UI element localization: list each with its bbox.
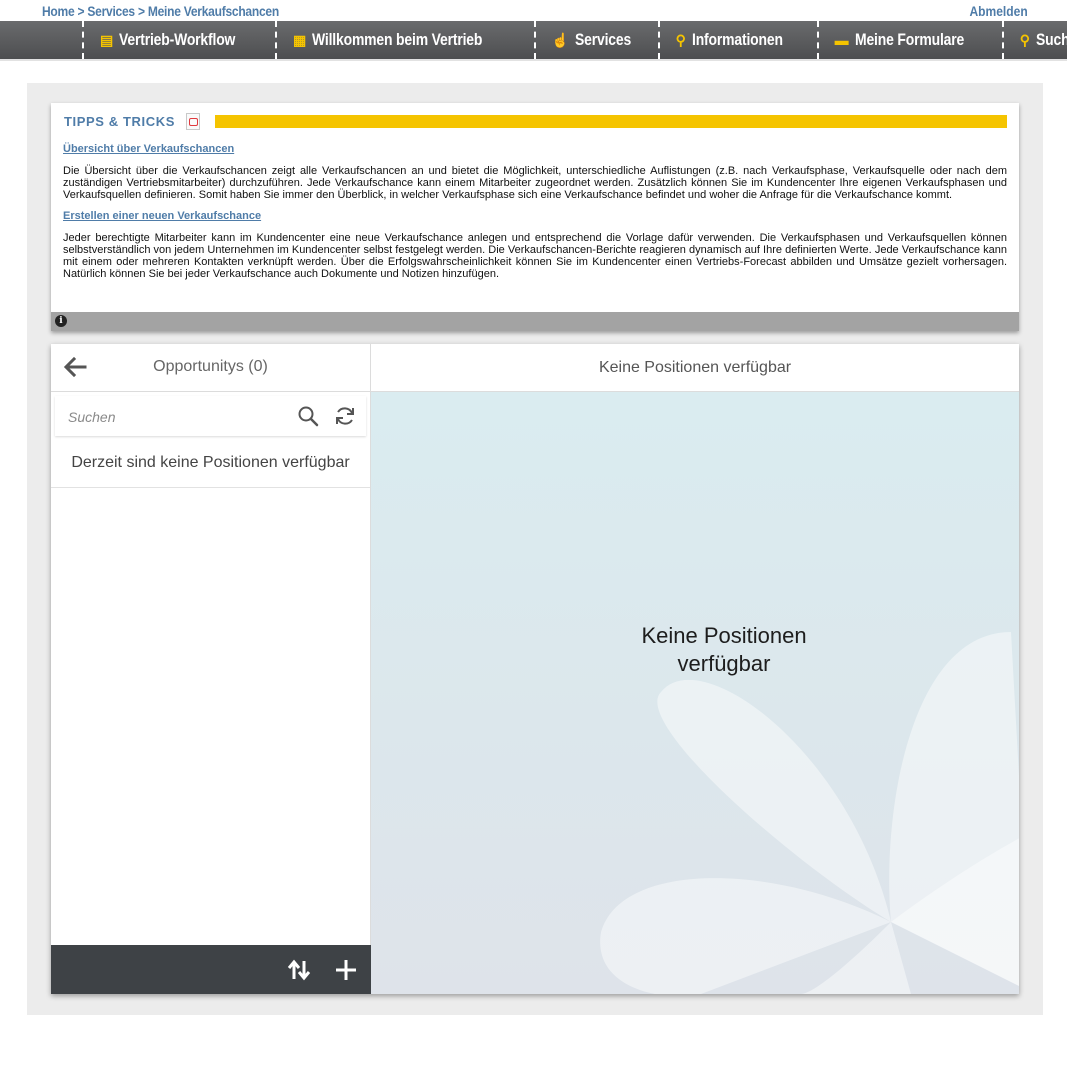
- tips-title: TIPPS & TRICKS: [64, 114, 175, 129]
- detail-pane: Keine Positionen verfügbar Keine Positio…: [371, 344, 1019, 994]
- info-icon[interactable]: i: [55, 315, 67, 327]
- nav-item-informationen[interactable]: ⚲ Informationen: [657, 21, 817, 59]
- breadcrumb-separator: >: [137, 3, 145, 19]
- list-header: Opportunitys (0): [51, 344, 370, 392]
- clipboard-icon: ▤: [100, 31, 114, 48]
- main-nav: ▤ Vertrieb-Workflow ▦ Willkommen beim Ve…: [0, 21, 1067, 61]
- breadcrumb-services[interactable]: Services: [87, 3, 135, 19]
- tips-body: Übersicht über Verkaufschancen Die Übers…: [63, 143, 1007, 289]
- tips-accent-bar: [215, 115, 1007, 128]
- detail-header: Keine Positionen verfügbar: [371, 344, 1019, 392]
- flower-watermark: [600, 632, 1019, 994]
- sort-icon[interactable]: [287, 959, 311, 981]
- search-icon[interactable]: [297, 405, 319, 427]
- nav-item-meine-formulare[interactable]: ▬ Meine Formulare: [816, 21, 1002, 59]
- tips-panel: TIPPS & TRICKS Übersicht über Verkaufsch…: [51, 103, 1019, 331]
- thumbs-up-icon: ☝: [551, 31, 570, 48]
- tips-footer: i: [51, 312, 1019, 331]
- search-input[interactable]: [55, 396, 300, 438]
- list-empty-message: Derzeit sind keine Positionen verfügbar: [51, 439, 370, 488]
- refresh-icon[interactable]: [334, 405, 356, 427]
- detail-empty-message: Keine Positionen verfügbar: [641, 623, 807, 676]
- detail-empty-area: Keine Positionen verfügbar: [371, 392, 1019, 994]
- breadcrumb-current[interactable]: Meine Verkaufschancen: [148, 3, 279, 19]
- tips-text-uebersicht: Die Übersicht über die Verkaufschancen z…: [63, 165, 1007, 201]
- logout-link[interactable]: Abmelden: [970, 3, 1028, 19]
- burger-icon: ▬: [834, 32, 849, 48]
- pdf-icon[interactable]: [186, 113, 200, 130]
- nav-item-suche[interactable]: ⚲ Suche: [1001, 21, 1067, 59]
- nav-item-willkommen[interactable]: ▦ Willkommen beim Vertrieb: [275, 21, 534, 59]
- buildings-icon: ▦: [293, 31, 307, 48]
- tips-link-uebersicht[interactable]: Übersicht über Verkaufschancen: [63, 143, 1007, 155]
- opportunity-list-pane: Opportunitys (0) Derzeit sind keine Posi…: [51, 344, 371, 994]
- tips-text-erstellen: Jeder berechtigte Mitarbeiter kann im Ku…: [63, 232, 1007, 280]
- nav-item-services[interactable]: ☝ Services: [533, 21, 658, 59]
- breadcrumb-separator: >: [77, 3, 85, 19]
- opportunities-panel: Opportunitys (0) Derzeit sind keine Posi…: [51, 344, 1019, 994]
- nav-item-vertrieb-workflow[interactable]: ▤ Vertrieb-Workflow: [82, 21, 275, 59]
- list-title: Opportunitys (0): [153, 358, 268, 375]
- search-icon: ⚲: [1019, 31, 1030, 48]
- breadcrumb-home[interactable]: Home: [42, 3, 75, 19]
- tips-link-erstellen[interactable]: Erstellen einer neuen Verkaufschance: [63, 210, 1007, 222]
- location-pin-icon: ⚲: [675, 31, 686, 48]
- list-footer-toolbar: [51, 945, 371, 994]
- add-icon[interactable]: [335, 959, 357, 981]
- search-bar: [55, 396, 366, 438]
- breadcrumb: Home > Services > Meine Verkaufschancen: [42, 3, 279, 19]
